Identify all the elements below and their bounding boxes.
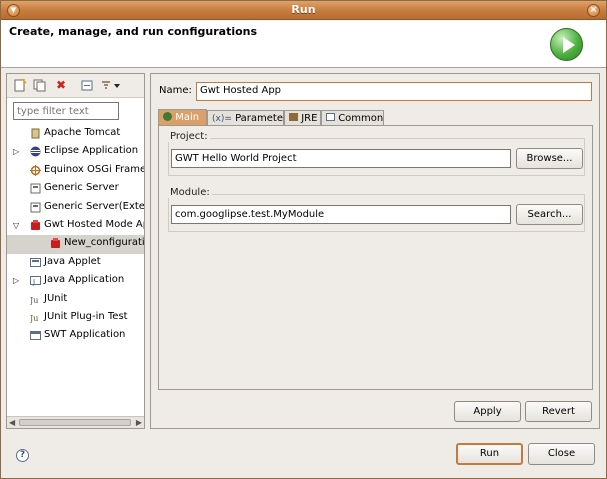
revert-button[interactable]: Revert (525, 401, 592, 422)
tree-item[interactable]: SWT Application (7, 327, 144, 345)
svg-text:J: J (32, 278, 35, 286)
module-field[interactable]: com.googlipse.test.MyModule (171, 205, 511, 224)
tree-item-label: JUnit (44, 292, 68, 304)
tree-item-label: Equinox OSGi Framework (44, 163, 144, 175)
java-app-icon: J (30, 275, 41, 286)
tree-item[interactable]: ▽ Gwt Hosted Mode Application (7, 217, 144, 235)
tree-item-label: SWT Application (44, 329, 126, 341)
close-button[interactable]: Close (528, 443, 595, 465)
project-label: Project: (168, 131, 210, 142)
swt-icon (30, 330, 41, 341)
tree-item-label: Java Application (44, 274, 125, 286)
duplicate-configuration-icon[interactable] (33, 79, 47, 92)
dialog-header: Create, manage, and run configurations (1, 20, 606, 68)
scrollbar-thumb[interactable] (19, 419, 131, 426)
gwt-icon (30, 219, 41, 231)
tree-item[interactable]: Apache Tomcat (7, 125, 144, 143)
junit-icon: Ju (30, 294, 41, 305)
scroll-left-icon[interactable]: ◀ (9, 418, 15, 427)
filter-input[interactable] (13, 102, 119, 120)
common-tab-icon (326, 113, 335, 121)
tree-item[interactable]: New_configuration (7, 235, 144, 254)
tab-common[interactable]: Common (321, 110, 384, 126)
expand-arrow-icon[interactable]: ▷ (13, 276, 21, 285)
tree-item-label: Gwt Hosted Mode Application (44, 218, 144, 230)
title-bar[interactable]: ▼ Run × (1, 1, 606, 20)
server-icon (30, 183, 41, 194)
parameters-tab-icon: (x)= (212, 114, 232, 124)
search-button[interactable]: Search... (516, 204, 583, 225)
module-label: Module: (168, 187, 212, 198)
list-toolbar: ✖ (7, 74, 144, 98)
tab-parameters[interactable]: (x)= Parameters (207, 110, 292, 126)
tree-item[interactable]: Ju JUnit Plug-in Test (7, 309, 144, 327)
jre-tab-icon (289, 113, 298, 121)
osgi-icon (30, 164, 41, 176)
run-dialog: ▼ Run × Create, manage, and run configur… (0, 0, 607, 479)
name-input[interactable]: Gwt Hosted App (196, 82, 592, 101)
tree-item[interactable]: Generic Server(External) (7, 199, 144, 217)
configuration-editor: Name: Gwt Hosted App Main (x)= Parameter… (150, 73, 600, 429)
tree-item[interactable]: Generic Server (7, 180, 144, 198)
apply-button[interactable]: Apply (454, 401, 521, 422)
tree-item-label: Java Applet (44, 255, 101, 267)
configuration-list-panel: ✖ Apache Tomcat ▷ Eclipse Application Equin… (6, 73, 145, 429)
tab-jre[interactable]: JRE (284, 110, 321, 126)
svg-text:Ju: Ju (30, 314, 38, 323)
window-title: Run (291, 3, 316, 16)
collapse-arrow-icon[interactable]: ▽ (13, 221, 21, 230)
tree-item[interactable]: Java Applet (7, 254, 144, 272)
junit-plugin-icon: Ju (30, 312, 41, 323)
configuration-tree: Apache Tomcat ▷ Eclipse Application Equinox… (7, 125, 144, 346)
main-tab-content: Project: GWT Hello World Project Browse.… (158, 125, 593, 390)
tree-item[interactable]: Ju JUnit (7, 291, 144, 309)
close-window-icon[interactable]: × (587, 4, 600, 17)
main-tab-icon (163, 112, 172, 121)
svg-text:Ju: Ju (30, 296, 38, 305)
project-field[interactable]: GWT Hello World Project (171, 149, 511, 168)
delete-configuration-icon[interactable]: ✖ (54, 79, 68, 92)
browse-button[interactable]: Browse... (516, 148, 583, 169)
tree-item-label: Generic Server(External) (44, 200, 144, 212)
name-label: Name: (159, 85, 192, 96)
new-configuration-icon[interactable] (13, 79, 27, 92)
scroll-right-icon[interactable]: ▶ (136, 418, 142, 427)
applet-icon (30, 257, 41, 268)
tree-item[interactable]: ▷ Eclipse Application (7, 143, 144, 161)
tree-item-label: New_configuration (64, 237, 144, 249)
tab-main[interactable]: Main (158, 109, 207, 126)
tree-item-label: Generic Server (44, 182, 119, 194)
tree-item-label: Eclipse Application (44, 145, 139, 157)
tree-item-label: Apache Tomcat (44, 127, 121, 138)
tree-item-label: JUnit Plug-in Test (44, 310, 128, 322)
gwt-config-icon (50, 238, 61, 249)
filter-menu-icon[interactable] (100, 79, 122, 92)
tree-item[interactable]: ▷ J Java Application (7, 272, 144, 290)
header-title: Create, manage, and run configurations (9, 25, 258, 38)
horizontal-scrollbar[interactable]: ◀ ▶ (7, 416, 144, 428)
tomcat-icon (30, 128, 41, 139)
collapse-all-icon[interactable] (80, 79, 94, 92)
server-icon (30, 202, 41, 213)
run-button[interactable]: Run (456, 443, 523, 465)
expand-arrow-icon[interactable]: ▷ (13, 147, 21, 156)
tree-item[interactable]: Equinox OSGi Framework (7, 162, 144, 180)
help-icon[interactable]: ? (16, 449, 29, 462)
eclipse-icon (30, 146, 41, 157)
run-banner-icon (550, 28, 583, 61)
